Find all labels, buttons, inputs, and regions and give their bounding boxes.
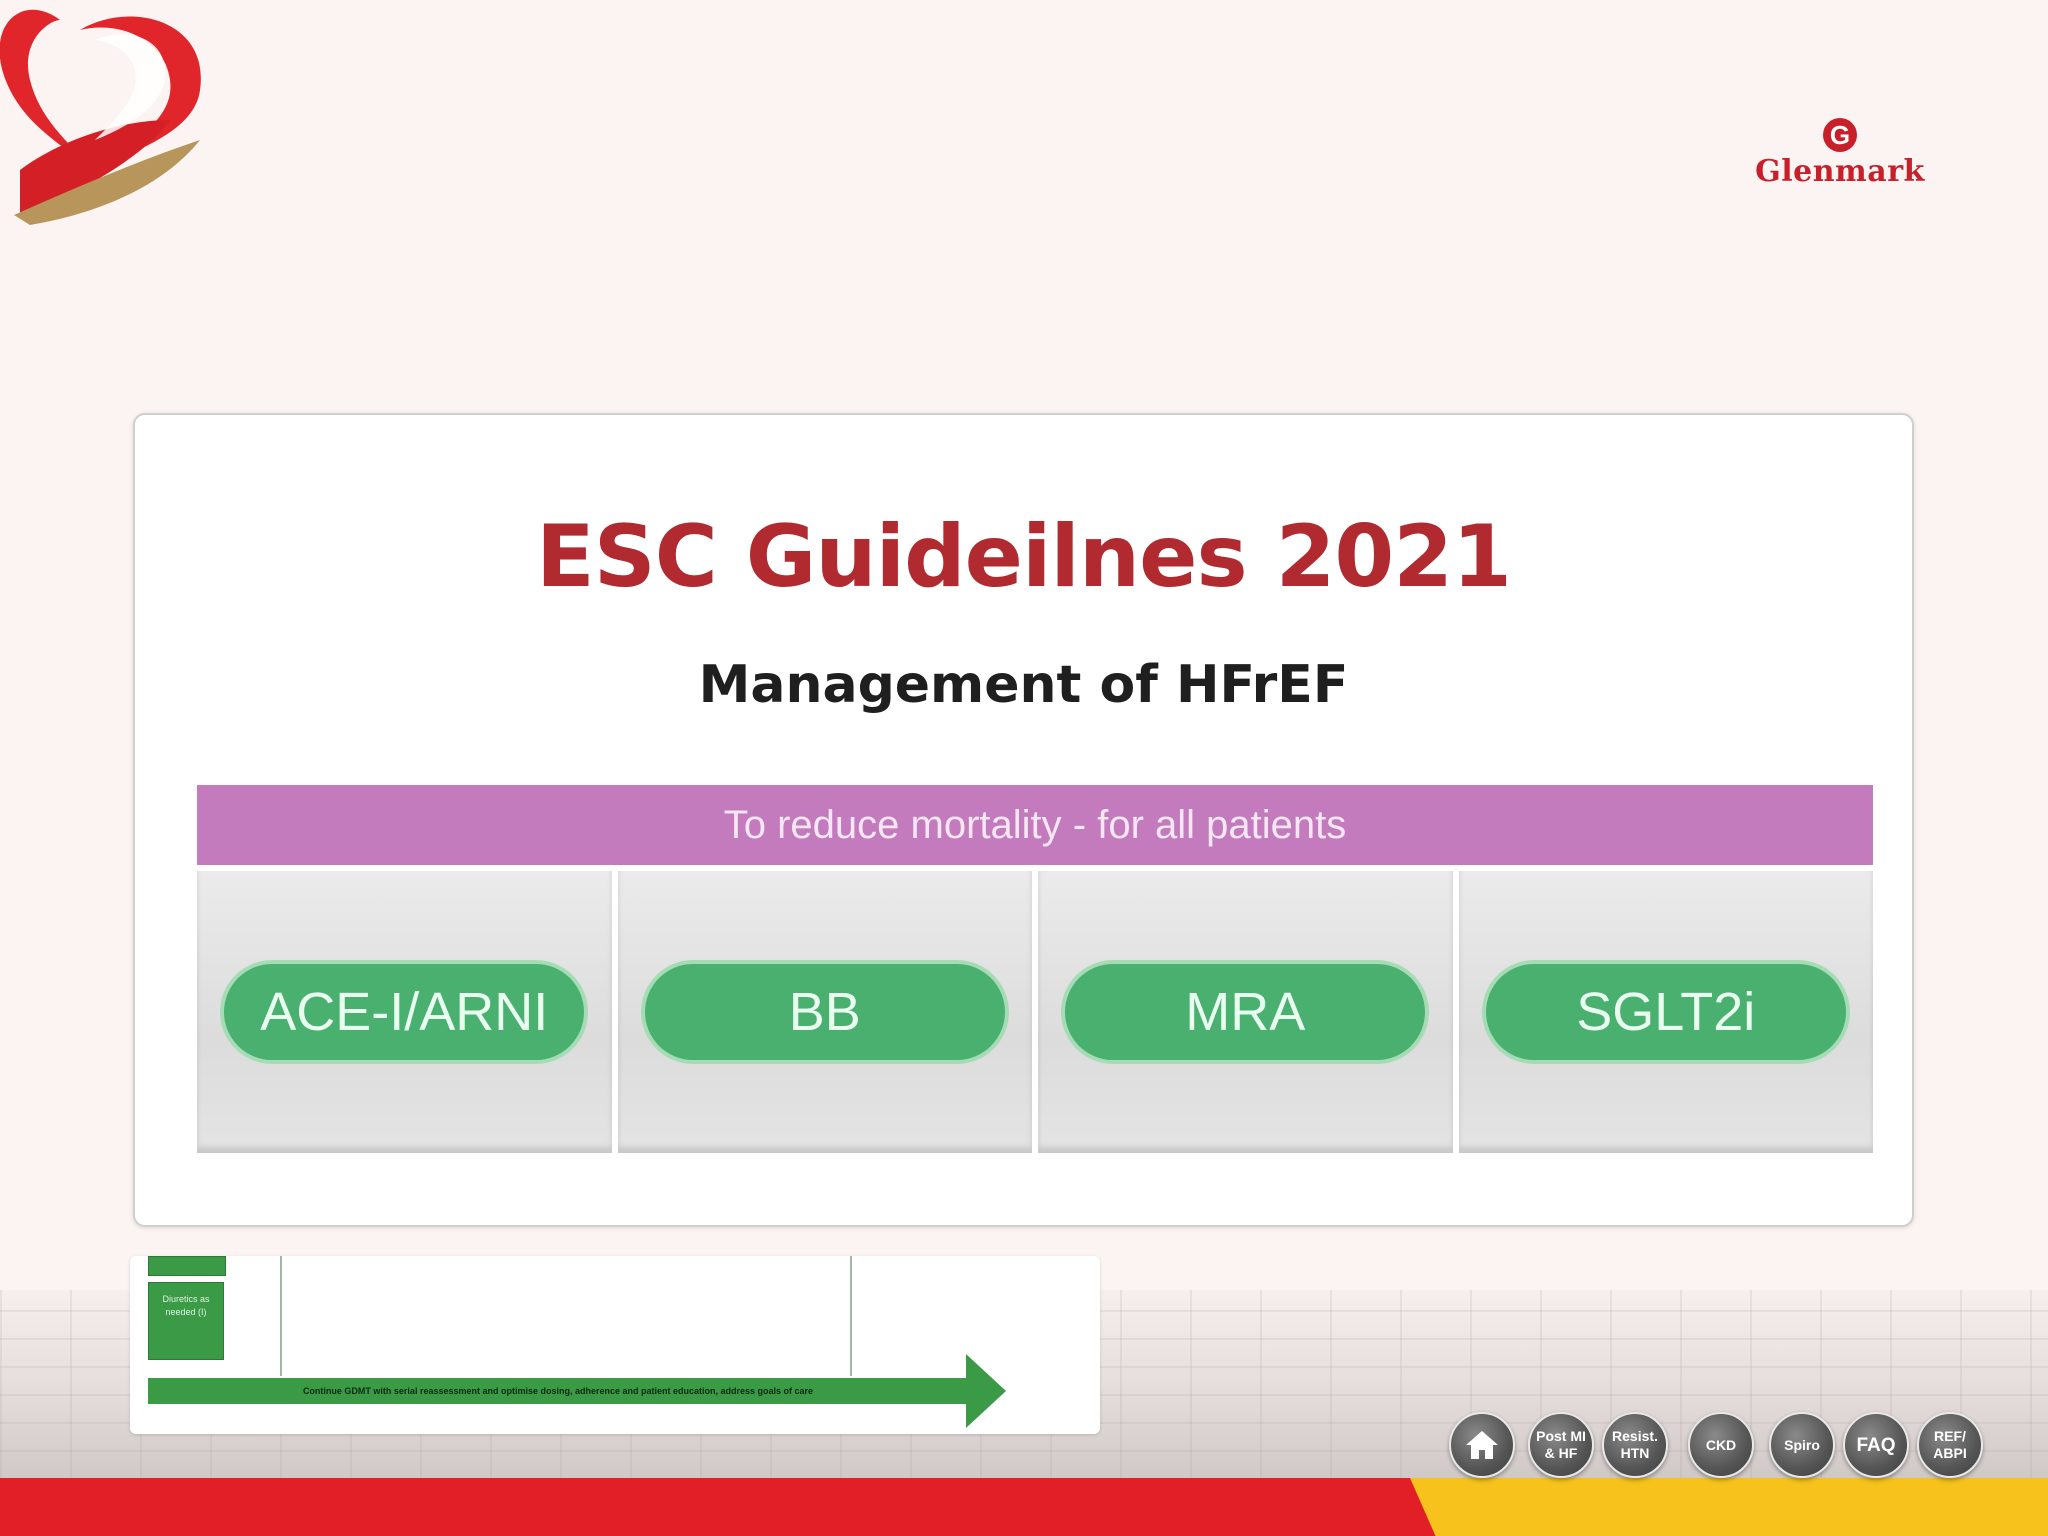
- nav-label: Spiro: [1784, 1436, 1820, 1453]
- drug-pill-mra: MRA: [1065, 964, 1426, 1060]
- nav-ref-abpi-button[interactable]: REF/ ABPI: [1917, 1412, 1983, 1478]
- nav-label: Resist. HTN: [1612, 1428, 1658, 1461]
- nav-label: CKD: [1705, 1436, 1737, 1453]
- flow-arrow-head: [966, 1354, 1006, 1428]
- home-icon: [1466, 1431, 1498, 1459]
- flow-box-top: [148, 1256, 226, 1276]
- heart-logo-icon: [0, 9, 201, 225]
- drug-column: SGLT2i: [1458, 871, 1873, 1153]
- nav-resist-htn-button[interactable]: Resist. HTN: [1602, 1412, 1668, 1478]
- nav-label: FAQ: [1856, 1434, 1896, 1456]
- nav-post-mi-hf-button[interactable]: Post MI & HF: [1528, 1412, 1594, 1478]
- slide-title: ESC Guideilnes 2021: [536, 507, 1512, 607]
- flow-box-diuretics: Diuretics as needed (I): [148, 1282, 224, 1360]
- nav-spiro-button[interactable]: Spiro: [1769, 1412, 1835, 1478]
- flow-connector: [280, 1256, 282, 1376]
- drug-columns: ACE-I/ARNI BB MRA SGLT2i: [197, 871, 1873, 1153]
- home-button[interactable]: [1449, 1412, 1515, 1478]
- flow-arrow-bar: Continue GDMT with serial reassessment a…: [148, 1378, 968, 1404]
- flowchart-fragment: Diuretics as needed (I) Continue GDMT wi…: [130, 1256, 1100, 1434]
- mortality-band: To reduce mortality - for all patients: [197, 785, 1873, 865]
- footer-yellow-band: [1410, 1478, 2048, 1536]
- drug-column: ACE-I/ARNI: [197, 871, 612, 1153]
- drug-pill-ace-arni: ACE-I/ARNI: [224, 964, 585, 1060]
- nav-label: Post MI & HF: [1536, 1428, 1586, 1461]
- slide-card: ESC Guideilnes 2021 Management of HFrEF …: [133, 413, 1914, 1227]
- glenmark-logo: G Glenmark: [1750, 112, 1930, 202]
- drug-column: MRA: [1038, 871, 1453, 1153]
- drug-column: BB: [617, 871, 1032, 1153]
- nav-label: REF/ ABPI: [1933, 1428, 1967, 1461]
- glenmark-mark-icon: G: [1823, 118, 1857, 152]
- drug-pill-bb: BB: [644, 964, 1005, 1060]
- nav-faq-button[interactable]: FAQ: [1843, 1412, 1909, 1478]
- flow-connector: [850, 1256, 852, 1376]
- drug-pill-sglt2i: SGLT2i: [1485, 964, 1846, 1060]
- brand-name: Glenmark: [1755, 154, 1925, 189]
- nav-ckd-button[interactable]: CKD: [1688, 1412, 1754, 1478]
- slide-subtitle: Management of HFrEF: [698, 655, 1349, 715]
